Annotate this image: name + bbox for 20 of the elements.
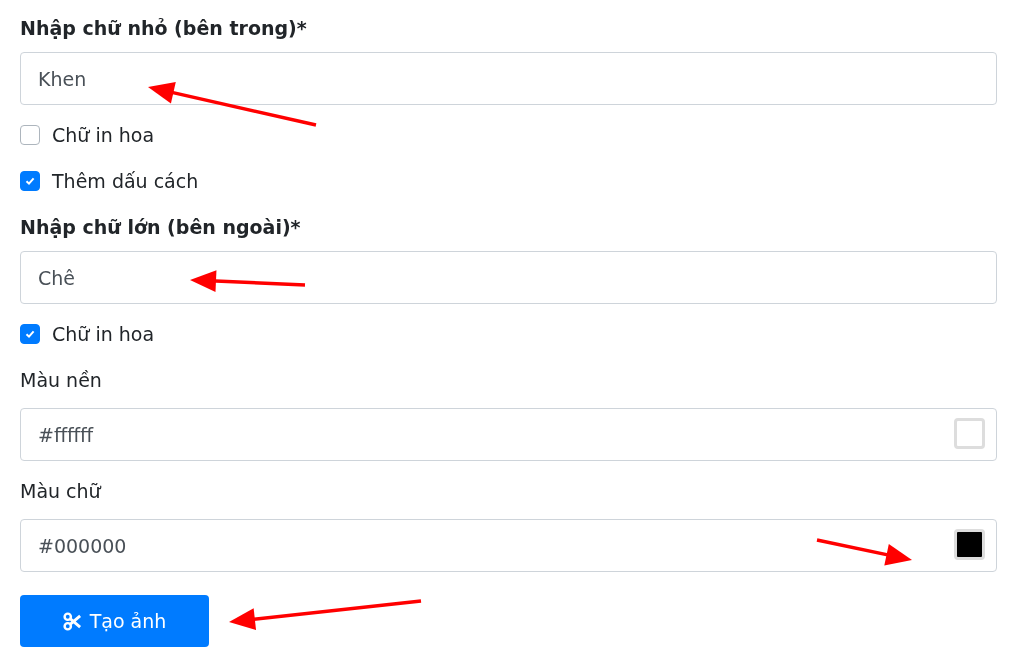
color-swatch[interactable] <box>954 418 985 449</box>
color-input-field[interactable]: #ffffff <box>20 408 997 461</box>
check-icon <box>24 175 36 187</box>
checkbox-label[interactable]: Thêm dấu cách <box>52 170 199 192</box>
checkbox[interactable] <box>20 324 40 344</box>
input-field[interactable]: Khen <box>20 52 997 105</box>
color-swatch[interactable] <box>954 529 985 560</box>
field-label: Màu nền <box>20 368 102 393</box>
color-input-field[interactable]: #000000 <box>20 519 997 572</box>
checkbox-label[interactable]: Chữ in hoa <box>52 323 155 345</box>
scissors-icon <box>62 611 82 631</box>
check-icon <box>24 328 36 340</box>
field-label: Nhập chữ lớn (bên ngoài)* <box>20 215 301 240</box>
checkbox[interactable] <box>20 171 40 191</box>
field-label: Nhập chữ nhỏ (bên trong)* <box>20 16 307 41</box>
field-label: Màu chữ <box>20 479 101 504</box>
checkbox-label[interactable]: Chữ in hoa <box>52 124 155 146</box>
create-image-button[interactable]: Tạo ảnh <box>20 595 209 647</box>
input-field[interactable]: Chê <box>20 251 997 304</box>
checkbox[interactable] <box>20 125 40 145</box>
